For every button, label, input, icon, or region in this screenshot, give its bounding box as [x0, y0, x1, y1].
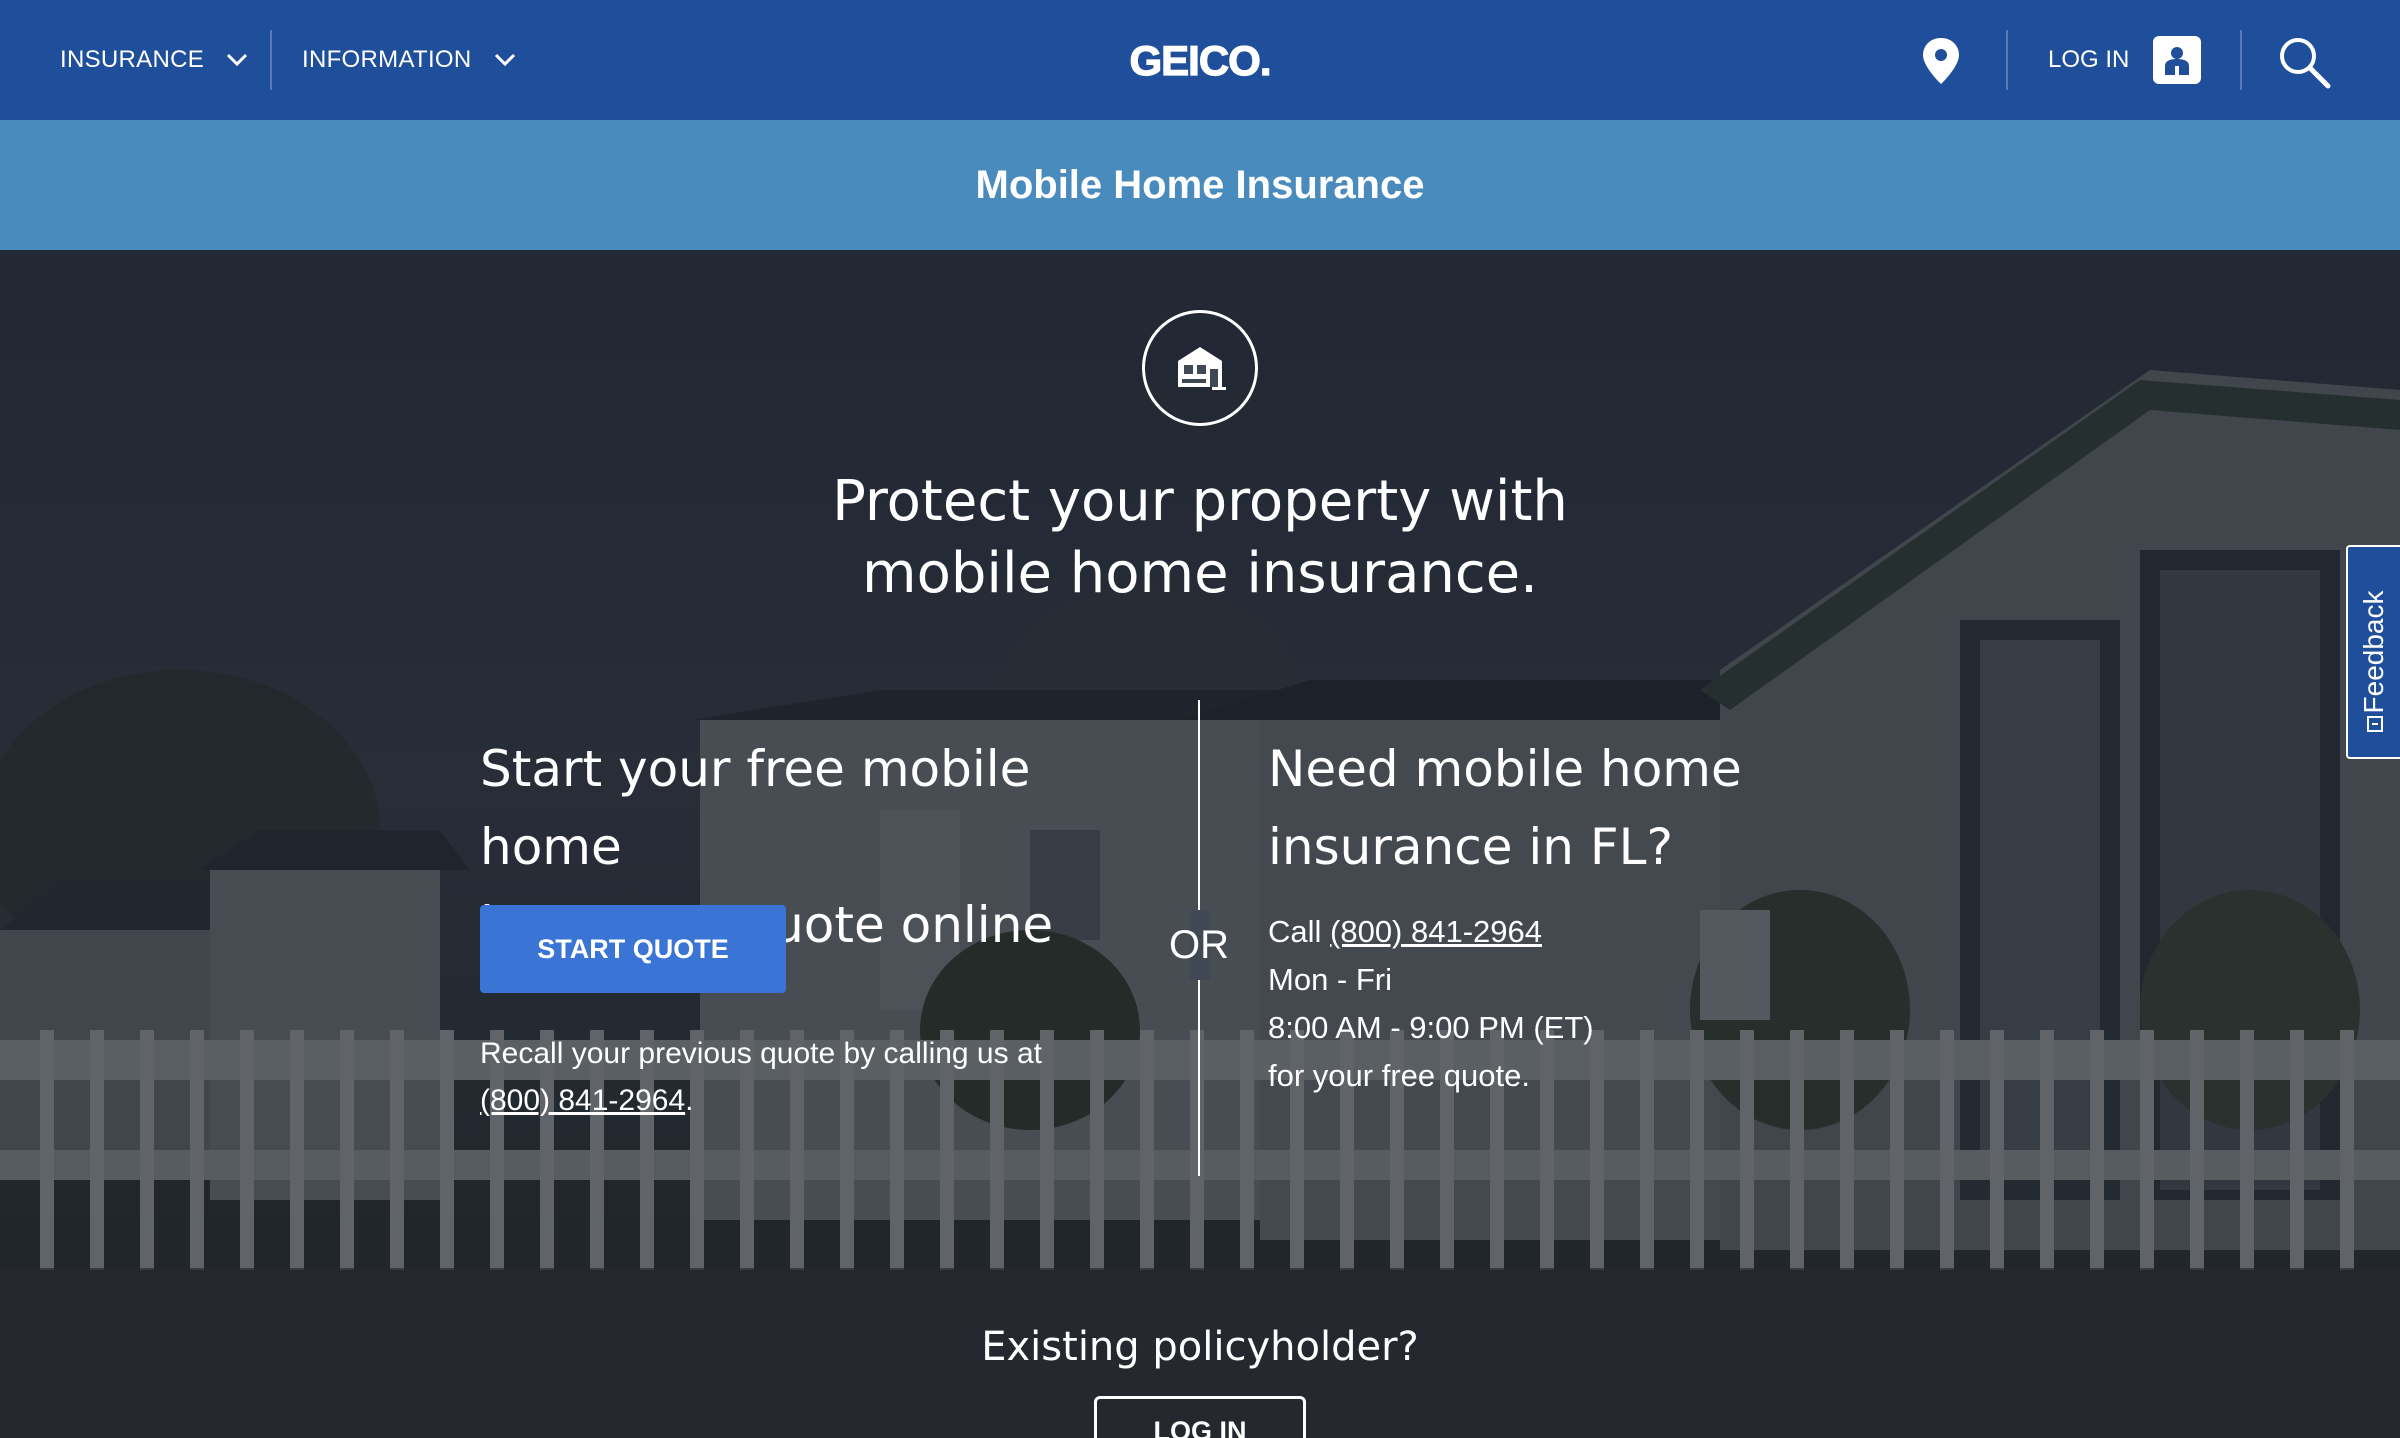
top-login-label: LOG IN: [2048, 46, 2130, 73]
page-title-bar: Mobile Home Insurance: [0, 120, 2400, 250]
recall-end: .: [685, 1084, 694, 1117]
hero-content: Protect your property with mobile home i…: [0, 250, 2400, 1438]
nav-information-label: INFORMATION: [302, 46, 472, 73]
hero-headline-line1: Protect your property with: [832, 469, 1568, 534]
nav-divider: [2240, 30, 2242, 90]
phone-quote-heading-line2: insurance in FL?: [1268, 818, 1673, 876]
recall-phone-link[interactable]: (800) 841-2964: [480, 1084, 685, 1117]
hero-headline: Protect your property with mobile home i…: [700, 466, 1700, 610]
existing-policyholder-band: Existing policyholder? LOG IN: [0, 1268, 2400, 1438]
hero-section: Protect your property with mobile home i…: [0, 250, 2400, 1438]
phone-quote-column: Need mobile home insurance in FL?: [1268, 730, 1928, 886]
nav-information-menu[interactable]: INFORMATION: [302, 0, 518, 120]
search-icon[interactable]: [2276, 34, 2332, 90]
nav-insurance-label: INSURANCE: [60, 46, 205, 73]
chevron-down-icon: [227, 53, 248, 67]
mobile-home-icon: [1142, 310, 1258, 426]
or-label: OR: [1169, 922, 1229, 967]
start-quote-button[interactable]: START QUOTE: [480, 905, 786, 993]
nav-insurance-menu[interactable]: INSURANCE: [60, 0, 250, 120]
phone-quote-heading: Need mobile home insurance in FL?: [1268, 730, 1928, 886]
call-line: Call (800) 841-2964: [1268, 908, 1868, 956]
policyholder-question: Existing policyholder?: [981, 1324, 1419, 1370]
recall-quote-text: Recall your previous quote by calling us…: [480, 1030, 1120, 1124]
feedback-tab[interactable]: Feedback: [2346, 545, 2400, 759]
call-hours: 8:00 AM - 9:00 PM (ET): [1268, 1010, 1594, 1045]
call-prefix: Call: [1268, 914, 1331, 949]
chevron-down-icon: [494, 53, 515, 67]
feedback-label: Feedback: [2358, 590, 2389, 714]
page-title: Mobile Home Insurance: [975, 162, 1425, 207]
call-days: Mon - Fri: [1268, 962, 1392, 997]
nav-divider: [270, 30, 272, 90]
call-phone-link[interactable]: (800) 841-2964: [1330, 914, 1542, 949]
feedback-icon: [2367, 716, 2383, 732]
online-quote-heading-line1: Start your free mobile home: [480, 740, 1031, 876]
call-info: Call (800) 841-2964 Mon - Fri 8:00 AM - …: [1268, 908, 1868, 1100]
logo-text: GEICO.: [1129, 38, 1270, 82]
phone-quote-heading-line1: Need mobile home: [1268, 740, 1742, 798]
top-navigation: INSURANCE INFORMATION GEICO. LOG IN: [0, 0, 2400, 120]
location-pin-icon[interactable]: [1920, 36, 1962, 86]
nav-divider: [2006, 30, 2008, 90]
geico-logo[interactable]: GEICO.: [1098, 38, 1302, 82]
user-icon: [2153, 36, 2202, 84]
top-login-link[interactable]: LOG IN: [2048, 0, 2202, 120]
call-closing: for your free quote.: [1268, 1058, 1530, 1093]
recall-quote-label: Recall your previous quote by calling us…: [480, 1037, 1042, 1070]
or-separator: OR: [1160, 910, 1238, 980]
policyholder-login-button[interactable]: LOG IN: [1094, 1396, 1306, 1438]
hero-headline-line2: mobile home insurance.: [862, 541, 1538, 606]
